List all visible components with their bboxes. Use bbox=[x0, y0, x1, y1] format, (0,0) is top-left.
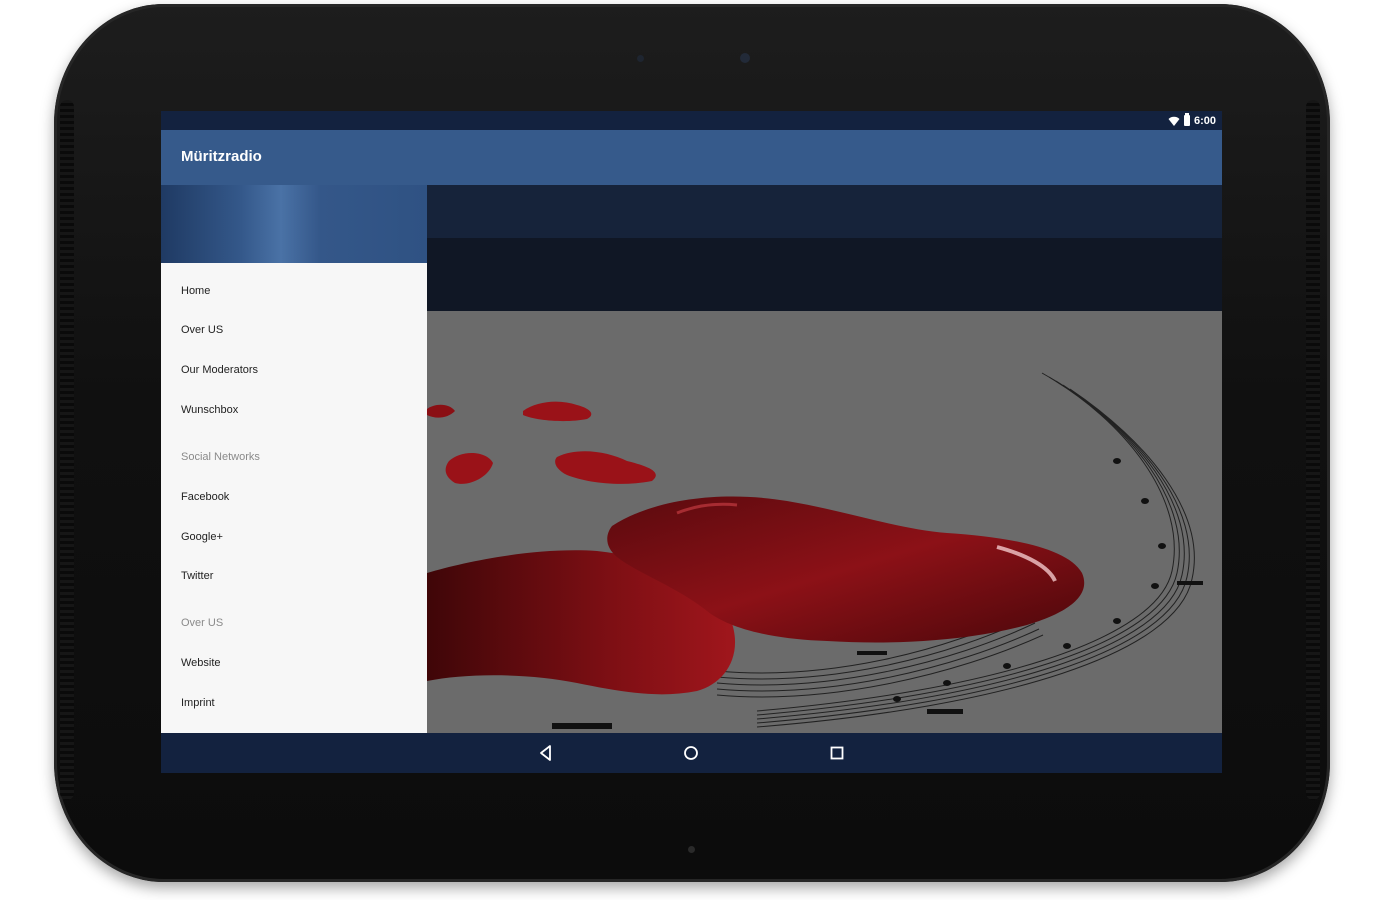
content-dark-band bbox=[427, 238, 1222, 311]
front-camera bbox=[740, 53, 750, 63]
wifi-icon bbox=[1168, 116, 1180, 126]
drawer-item-wunschbox[interactable]: Wunschbox bbox=[181, 404, 238, 416]
back-icon[interactable] bbox=[536, 743, 556, 763]
drawer-item-twitter[interactable]: Twitter bbox=[181, 570, 213, 582]
drawer-header bbox=[161, 185, 427, 263]
main-content bbox=[427, 185, 1222, 733]
app-title: Müritzradio bbox=[181, 148, 262, 165]
drawer-section-over-us: Over US bbox=[181, 617, 224, 629]
drawer-item-website[interactable]: Website bbox=[181, 657, 221, 669]
front-sensor bbox=[637, 55, 644, 62]
content-header-band bbox=[427, 185, 1222, 238]
drawer-item-over-us[interactable]: Over US bbox=[181, 324, 223, 336]
speaker-grill-right bbox=[1306, 100, 1320, 800]
app-bar: Müritzradio bbox=[161, 130, 1222, 185]
speaker-grill-left bbox=[60, 100, 74, 800]
status-time: 6:00 bbox=[1193, 114, 1216, 127]
home-icon[interactable] bbox=[681, 743, 701, 763]
drawer-item-home[interactable]: Home bbox=[181, 285, 210, 297]
device-screen: 6:00 Müritzradio Home Over US Our Modera… bbox=[161, 111, 1222, 773]
system-nav-bar bbox=[161, 733, 1222, 773]
drawer-item-imprint[interactable]: Imprint bbox=[181, 697, 215, 709]
notification-led bbox=[688, 846, 695, 853]
battery-icon bbox=[1183, 113, 1190, 126]
status-bar: 6:00 bbox=[161, 111, 1222, 130]
drawer-item-google-plus[interactable]: Google+ bbox=[181, 531, 223, 543]
drawer-item-facebook[interactable]: Facebook bbox=[181, 491, 229, 503]
drawer-item-our-moderators[interactable]: Our Moderators bbox=[181, 364, 258, 376]
hearts-music-image bbox=[427, 311, 1222, 733]
recents-icon[interactable] bbox=[827, 743, 847, 763]
status-icons: 6:00 bbox=[1168, 113, 1216, 128]
hearts-illustration bbox=[427, 372, 1203, 729]
navigation-drawer: Home Over US Our Moderators Wunschbox So… bbox=[161, 185, 427, 733]
drawer-section-social-networks: Social Networks bbox=[181, 451, 260, 463]
